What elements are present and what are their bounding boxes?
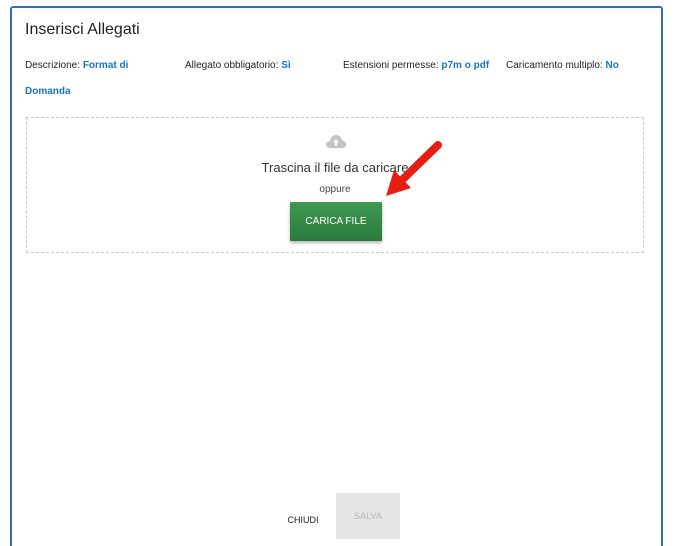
- cloud-upload-icon: [326, 135, 347, 148]
- save-button[interactable]: SALVA: [336, 493, 400, 539]
- multiple-value: No: [605, 60, 619, 71]
- description-label: Descrizione:: [25, 60, 81, 71]
- or-text: oppure: [319, 184, 351, 195]
- drop-instruction: Trascina il file da caricare: [261, 160, 409, 175]
- red-arrow-annotation: [386, 141, 442, 196]
- extensions-value: p7m o pdf: [441, 60, 490, 71]
- meta-description: Descrizione: Format di Domanda: [25, 53, 155, 105]
- multiple-label: Caricamento multiplo:: [506, 60, 603, 71]
- required-label: Allegato obbligatorio:: [185, 60, 279, 71]
- meta-extensions: Estensioni permesse: p7m o pdf: [343, 53, 493, 79]
- meta-required: Allegato obbligatorio: Sì: [185, 53, 325, 79]
- required-value: Sì: [281, 60, 291, 71]
- upload-file-button[interactable]: CARICA FILE: [290, 202, 382, 241]
- extensions-label: Estensioni permesse:: [343, 60, 439, 71]
- close-button[interactable]: CHIUDI: [274, 501, 332, 539]
- modal-title: Inserisci Allegati: [25, 21, 140, 38]
- meta-multiple: Caricamento multiplo: No: [506, 53, 656, 79]
- file-dropzone[interactable]: Trascina il file da caricare oppure CARI…: [26, 117, 644, 253]
- attachments-modal: Inserisci Allegati Descrizione: Format d…: [10, 6, 663, 546]
